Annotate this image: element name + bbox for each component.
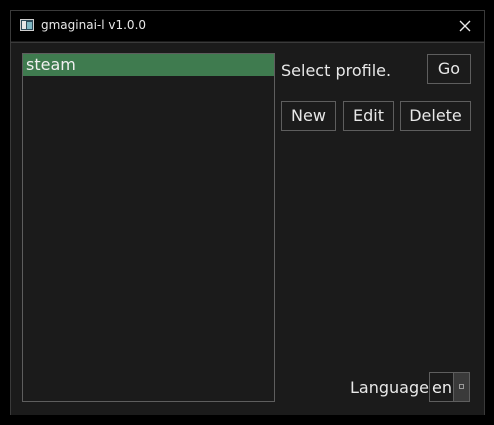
app-window-icon <box>20 19 34 31</box>
main-window: gmaginai-l v1.0.0 steam Select profile. … <box>10 10 485 415</box>
dropdown-arrow-icon <box>459 384 464 389</box>
close-button[interactable] <box>452 14 478 38</box>
new-button[interactable]: New <box>281 101 336 131</box>
language-label: Language <box>350 378 429 397</box>
select-profile-prompt: Select profile. <box>281 61 392 80</box>
go-button[interactable]: Go <box>427 54 471 84</box>
title-bar[interactable]: gmaginai-l v1.0.0 <box>11 11 484 41</box>
window-title: gmaginai-l v1.0.0 <box>41 18 147 32</box>
close-icon <box>459 20 471 32</box>
profile-list[interactable]: steam <box>22 53 275 402</box>
language-dropdown-button[interactable] <box>453 373 469 401</box>
client-area: steam Select profile. Go New Edit Delete… <box>11 42 484 415</box>
edit-button[interactable]: Edit <box>343 101 394 131</box>
language-value: en <box>432 378 452 397</box>
language-select[interactable]: en <box>429 372 470 402</box>
delete-button[interactable]: Delete <box>400 101 471 131</box>
list-item[interactable]: steam <box>23 54 274 76</box>
